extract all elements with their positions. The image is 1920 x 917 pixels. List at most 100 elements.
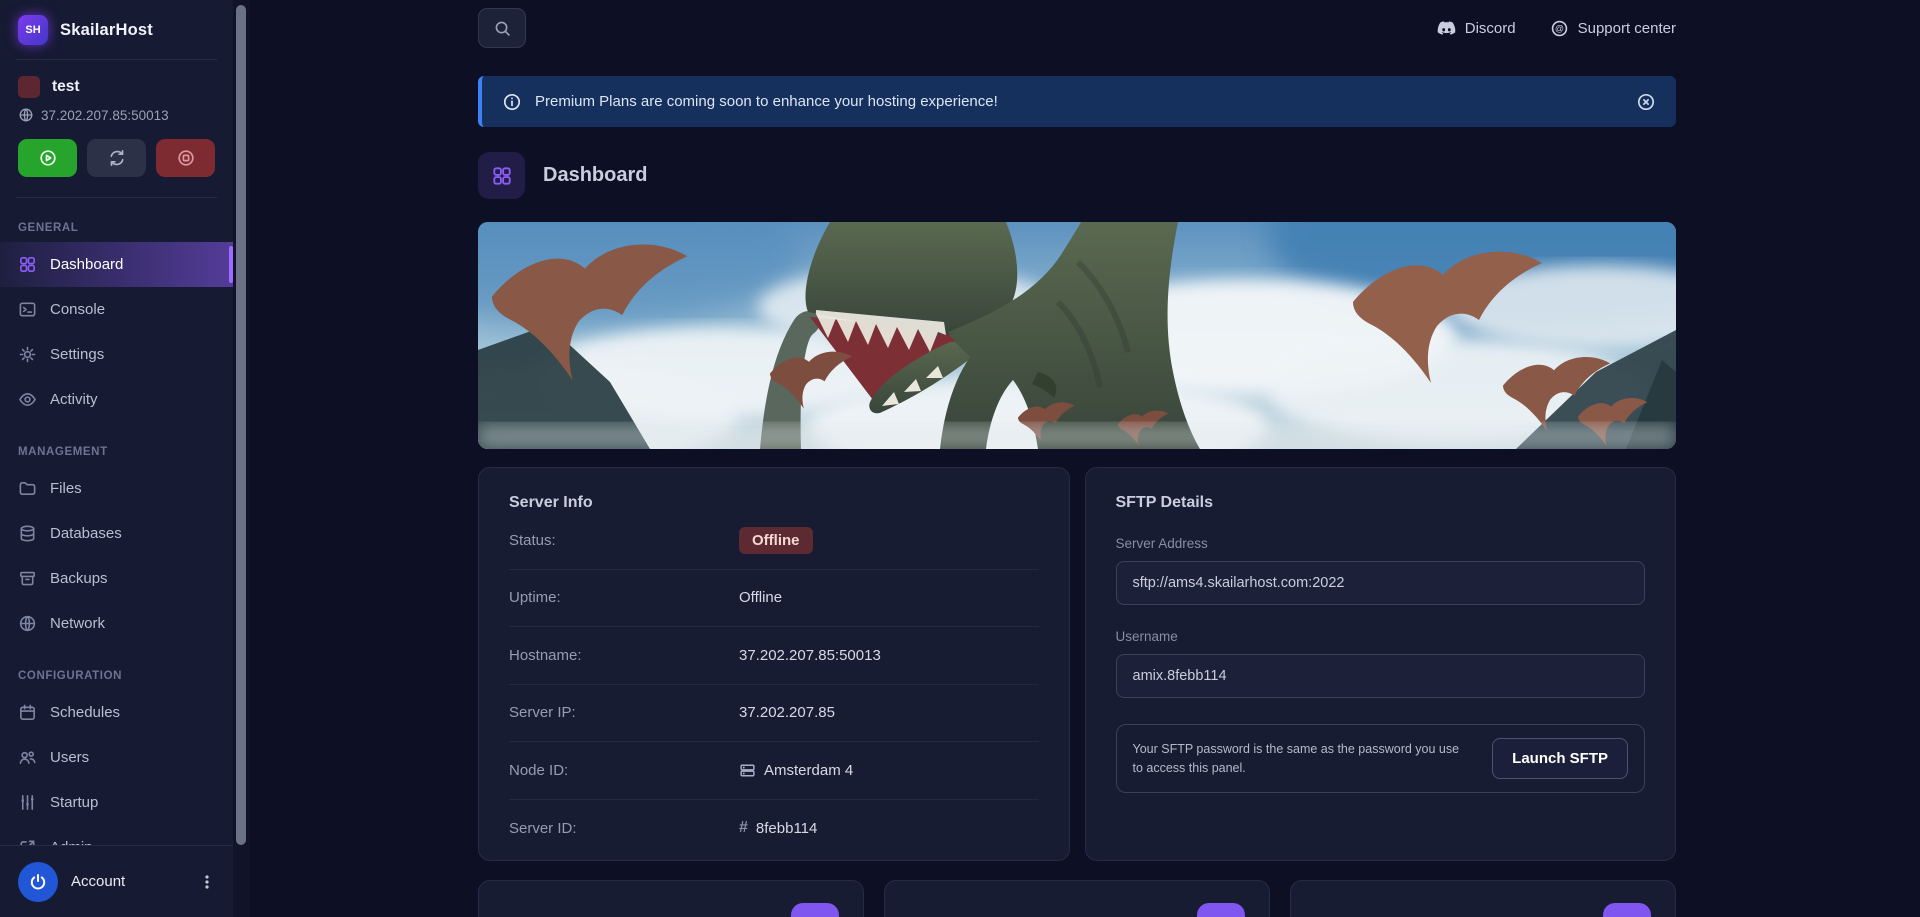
sidebar-nav: GENERAL Dashboard Console Settings Activ…	[0, 222, 233, 870]
cpu-icon-badge	[791, 903, 839, 917]
info-row-status: Status: Offline	[509, 512, 1039, 570]
server-node-icon	[740, 764, 755, 777]
sftp-address-input[interactable]	[1115, 561, 1645, 605]
disk-icon-badge	[1603, 903, 1651, 917]
at-circle-icon: @	[1551, 20, 1567, 36]
sidebar-item-databases[interactable]: Databases	[0, 511, 233, 556]
discord-label: Discord	[1464, 19, 1516, 37]
server-name: test	[52, 78, 80, 95]
nav-item-label: Console	[50, 301, 106, 318]
nav-item-label: Databases	[50, 525, 122, 542]
restart-button[interactable]	[87, 139, 146, 177]
server-summary: test 37.202.207.85:50013	[0, 60, 233, 123]
sftp-username-input[interactable]	[1115, 654, 1645, 698]
sftp-details-card: SFTP Details Server Address Username You…	[1084, 467, 1676, 861]
nav-item-label: Dashboard	[50, 256, 124, 273]
nav-item-label: Backups	[50, 570, 108, 587]
power-controls	[0, 123, 233, 197]
network-globe-icon	[19, 615, 36, 632]
dashboard-icon-badge	[478, 152, 525, 199]
sidebar-item-startup[interactable]: Startup	[0, 780, 233, 825]
gear-icon	[19, 346, 36, 363]
nav-item-label: Users	[50, 749, 90, 766]
nav-section-configuration: CONFIGURATION	[18, 670, 123, 682]
support-center-link[interactable]: @ Support center	[1550, 19, 1676, 38]
calendar-icon	[20, 704, 35, 720]
sidebar-scrollbar-track[interactable]	[233, 0, 250, 917]
sidebar-item-users[interactable]: Users	[0, 735, 233, 780]
support-center-label: Support center	[1577, 19, 1676, 37]
eye-icon	[19, 392, 36, 407]
stop-button[interactable]	[156, 139, 215, 177]
sidebar-item-files[interactable]: Files	[0, 466, 233, 511]
row-value: Offline	[739, 589, 783, 607]
server-status-swatch	[18, 76, 40, 98]
row-value: Amsterdam 4	[764, 761, 854, 779]
search-button[interactable]	[478, 8, 526, 48]
account-avatar	[18, 861, 58, 902]
svg-text:@: @	[1555, 23, 1564, 33]
nav-item-label: Schedules	[50, 704, 121, 721]
row-label: Uptime:	[509, 589, 561, 607]
discord-icon	[1437, 20, 1456, 35]
grid-icon	[20, 257, 35, 272]
usage-cards: CPU Usage: Memory Usage: Disk Usage:	[478, 880, 1676, 917]
row-label: Status:	[509, 531, 556, 549]
page-title: Dashboard	[543, 164, 648, 186]
sidebar: SH SkailarHost test 37.202.207.85:50013 …	[0, 0, 233, 917]
status-badge: Offline	[739, 526, 813, 554]
account-menu-button[interactable]	[199, 873, 215, 891]
account-footer[interactable]: Account	[0, 845, 233, 917]
alert-message: Premium Plans are coming soon to enhance…	[535, 93, 998, 110]
row-value: 37.202.207.85:50013	[739, 646, 881, 664]
stop-circle-icon	[177, 150, 194, 166]
row-value: 8febb114	[755, 819, 818, 837]
sidebar-scrollbar-thumb[interactable]	[236, 5, 246, 845]
main-content: Discord @ Support center Premium Plans a…	[250, 0, 1920, 917]
brand-name: SkailarHost	[60, 20, 153, 39]
memory-icon-badge	[1197, 903, 1245, 917]
power-icon	[30, 873, 46, 889]
alert-dismiss-button[interactable]	[1636, 92, 1656, 112]
row-label: Server ID:	[509, 819, 577, 837]
account-label: Account	[71, 873, 126, 890]
launch-sftp-button[interactable]: Launch SFTP	[1492, 738, 1628, 779]
server-address: 37.202.207.85:50013	[41, 107, 169, 123]
users-icon	[19, 751, 36, 765]
kebab-menu-icon	[205, 874, 209, 889]
hash-icon: #	[739, 819, 748, 837]
sftp-title: SFTP Details	[1115, 494, 1214, 511]
info-row-server-id: Server ID: # 8febb114	[509, 800, 1039, 858]
sidebar-item-settings[interactable]: Settings	[0, 332, 233, 377]
row-value: 37.202.207.85	[739, 704, 835, 722]
info-row-hostname: Hostname: 37.202.207.85:50013	[509, 627, 1039, 685]
info-row-uptime: Uptime: Offline	[509, 570, 1039, 627]
folder-icon	[19, 481, 36, 496]
archive-icon	[20, 571, 35, 586]
brand-logo: SH	[18, 15, 48, 45]
nav-item-label: Files	[50, 480, 82, 497]
row-label: Hostname:	[509, 646, 582, 664]
sidebar-item-backups[interactable]: Backups	[0, 556, 233, 601]
divider	[16, 197, 217, 198]
row-label: Node ID:	[509, 761, 569, 779]
sidebar-item-activity[interactable]: Activity	[0, 377, 233, 422]
nav-item-label: Startup	[50, 794, 99, 811]
nav-section-general: GENERAL	[18, 222, 79, 234]
cpu-usage-card: CPU Usage:	[478, 880, 864, 917]
sidebar-item-console[interactable]: Console	[0, 287, 233, 332]
start-button[interactable]	[18, 139, 77, 177]
sftp-username-label: Username	[1115, 629, 1178, 644]
nav-item-label: Settings	[50, 346, 105, 363]
close-circle-icon	[1637, 93, 1655, 110]
brand: SH SkailarHost	[0, 0, 233, 59]
play-circle-icon	[39, 150, 56, 166]
refresh-icon	[109, 149, 124, 167]
info-row-node-id: Node ID: Amsterdam 4	[509, 742, 1039, 800]
sidebar-item-network[interactable]: Network	[0, 601, 233, 646]
discord-link[interactable]: Discord	[1437, 20, 1516, 37]
sidebar-item-schedules[interactable]: Schedules	[0, 690, 233, 735]
sidebar-item-dashboard[interactable]: Dashboard	[0, 242, 233, 287]
disk-usage-card: Disk Usage:	[1290, 880, 1676, 917]
server-banner-image	[478, 222, 1676, 449]
